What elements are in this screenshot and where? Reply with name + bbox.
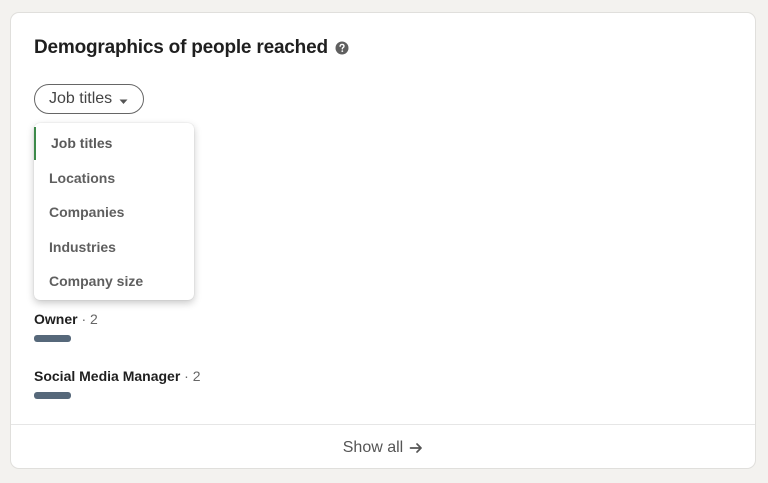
demographics-card: Demographics of people reached Job title…	[10, 12, 756, 469]
help-circle-icon[interactable]	[335, 41, 349, 55]
card-title: Demographics of people reached	[34, 37, 328, 58]
stat-bar	[34, 392, 71, 399]
job-titles-filter-dropdown[interactable]: Job titles	[34, 84, 145, 114]
dropdown-item-companies[interactable]: Companies	[34, 195, 194, 230]
arrow-right-icon	[409, 441, 423, 455]
show-all-label: Show all	[342, 439, 404, 456]
stat-count: 2	[192, 368, 201, 384]
show-all-link: Show all	[343, 439, 423, 457]
dropdown-item-job-titles[interactable]: Job titles	[34, 126, 194, 161]
filter-selected-label: Job titles	[49, 90, 113, 107]
stat-name: Owner	[34, 311, 78, 327]
stat-name: Social Media Manager	[34, 368, 181, 384]
filter-dropdown-menu: Job titles Locations Companies Industrie…	[34, 123, 194, 300]
dropdown-item-company-size[interactable]: Company size	[34, 264, 194, 299]
dropdown-item-locations[interactable]: Locations	[34, 161, 194, 196]
stat-row-owner: Owner · 2	[34, 311, 98, 342]
title-row: Demographics of people reached	[34, 37, 349, 59]
stat-label: Owner · 2	[34, 311, 98, 327]
stat-separator: ·	[81, 311, 87, 327]
stat-bar	[34, 335, 71, 342]
stat-count: 2	[90, 311, 98, 327]
dropdown-item-industries[interactable]: Industries	[34, 230, 194, 265]
stat-separator: ·	[184, 368, 189, 384]
stat-label: Social Media Manager · 2	[34, 368, 201, 384]
caret-down-icon	[118, 94, 129, 105]
show-all-button[interactable]: Show all	[11, 424, 755, 468]
stat-row-social-media-manager: Social Media Manager · 2	[34, 368, 201, 399]
